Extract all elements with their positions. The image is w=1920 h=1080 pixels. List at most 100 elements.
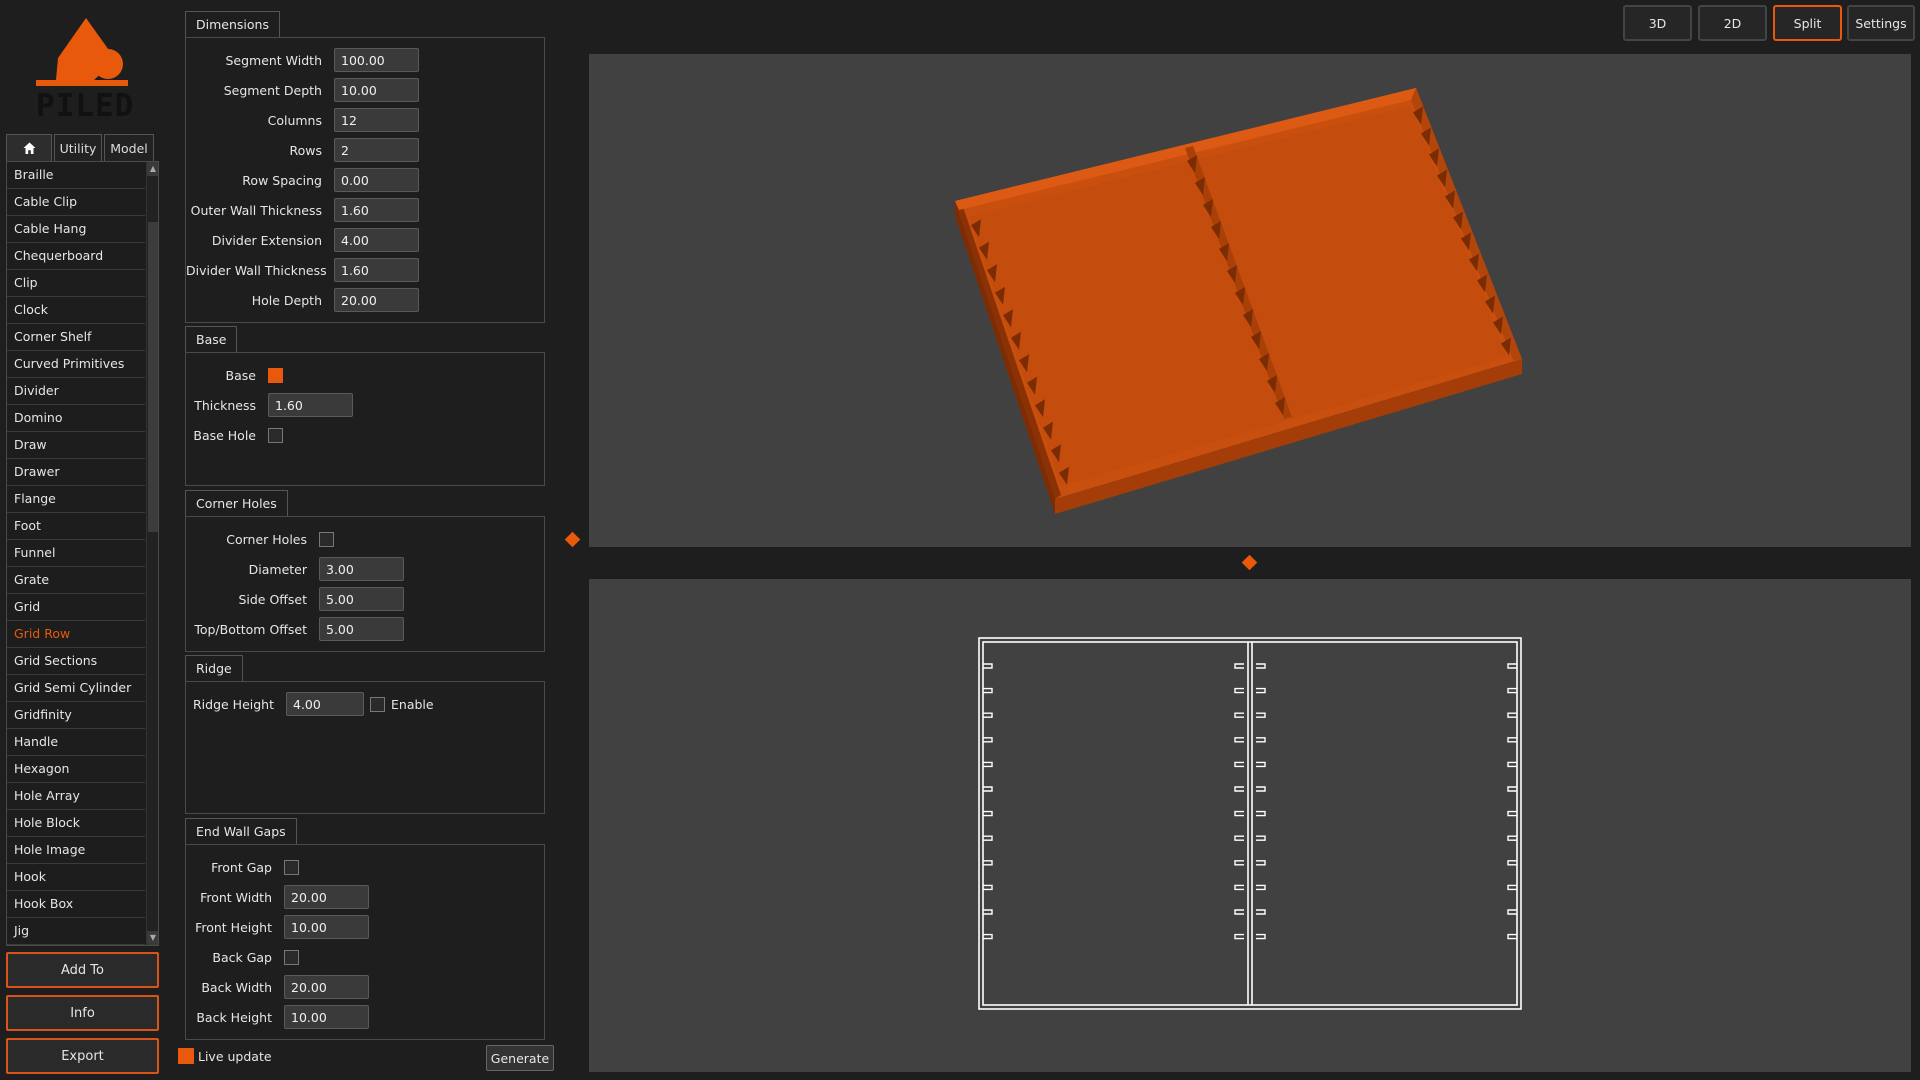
outer-wall-thickness-input[interactable] [334,198,419,222]
scroll-thumb[interactable] [148,222,158,532]
model-list-scrollbar[interactable]: ▲ ▼ [146,162,158,945]
model-list-item[interactable]: Clip [7,270,145,297]
back-width-input[interactable] [284,975,369,999]
model-list-item[interactable]: Drawer [7,459,145,486]
segment-depth-input[interactable] [334,78,419,102]
segment-width-label: Segment Width [225,52,322,68]
model-list-item[interactable]: Hook Box [7,891,145,918]
divider-extension-label: Divider Extension [211,232,322,248]
model-list-item[interactable]: Hexagon [7,756,145,783]
live-update-toggle[interactable]: Live update [178,1048,272,1064]
model-list-item[interactable]: Grid Sections [7,648,145,675]
model-list-item[interactable]: Cable Clip [7,189,145,216]
ridge-height-label: Ridge Height [192,696,274,712]
model-list-item[interactable]: Grid Semi Cylinder [7,675,145,702]
model-list-item[interactable]: Cable Hang [7,216,145,243]
model-list-item[interactable]: Domino [7,405,145,432]
live-update-checkbox[interactable] [178,1048,194,1064]
top-bottom-offset-label: Top/Bottom Offset [194,621,307,637]
horizontal-splitter-handle[interactable] [1241,554,1258,571]
rows-label: Rows [289,142,322,158]
corner-holes-group: Corner Holes Diameter Side Offset Top/Bo… [185,516,545,652]
model-list-item[interactable]: Chequerboard [7,243,145,270]
back-gap-checkbox[interactable] [284,949,299,965]
columns-input[interactable] [334,108,419,132]
model-2d-outline [978,637,1522,1010]
rows-input[interactable] [334,138,419,162]
model-list-item[interactable]: Funnel [7,540,145,567]
diameter-label: Diameter [248,561,307,577]
side-offset-input[interactable] [319,587,404,611]
model-list[interactable]: Braille Cable Clip Cable Hang Chequerboard C… [6,161,159,946]
front-height-input[interactable] [284,915,369,939]
model-3d-render [955,88,1522,514]
outer-wall-thickness-label: Outer Wall Thickness [190,202,322,218]
model-list-item[interactable]: Jig [7,918,145,945]
model-list-item[interactable]: Flange [7,486,145,513]
diameter-input[interactable] [319,557,404,581]
base-checkbox[interactable] [268,367,283,383]
model-list-item[interactable]: Gridfinity [7,702,145,729]
scroll-down-arrow-icon[interactable]: ▼ [147,931,158,945]
front-gap-checkbox[interactable] [284,859,299,875]
model-list-item[interactable]: Grid Row [7,621,145,648]
row-spacing-input[interactable] [334,168,419,192]
ridge-group: Ridge Height Enable [185,681,545,814]
model-list-item[interactable]: Draw [7,432,145,459]
model-list-item[interactable]: Grate [7,567,145,594]
divider-extension-input[interactable] [334,228,419,252]
model-list-item[interactable]: Hole Block [7,810,145,837]
export-button[interactable]: Export [6,1038,159,1074]
ridge-height-input[interactable] [286,692,364,716]
view-2d-button[interactable]: 2D [1698,5,1767,41]
model-list-item[interactable]: Hole Array [7,783,145,810]
divider-wall-thickness-input[interactable] [334,258,419,282]
scroll-up-arrow-icon[interactable]: ▲ [147,162,158,176]
model-list-item[interactable]: Foot [7,513,145,540]
thickness-input[interactable] [268,393,353,417]
viewport-3d[interactable] [589,54,1911,547]
base-group: Base Thickness Base Hole [185,352,545,486]
segment-width-input[interactable] [334,48,419,72]
add-to-button[interactable]: Add To [6,952,159,988]
model-list-item[interactable]: Braille [7,162,145,189]
settings-button[interactable]: Settings [1847,5,1915,41]
model-list-item[interactable]: Hole Image [7,837,145,864]
corner-holes-tab[interactable]: Corner Holes [185,490,288,516]
model-list-item[interactable]: Curved Primitives [7,351,145,378]
model-list-item[interactable]: Divider [7,378,145,405]
generate-button[interactable]: Generate [486,1045,554,1071]
corner-holes-checkbox[interactable] [319,531,334,547]
live-update-label: Live update [198,1048,272,1064]
tab-home[interactable] [6,134,52,162]
thickness-label: Thickness [194,397,256,413]
back-width-label: Back Width [201,979,272,995]
end-wall-gaps-tab[interactable]: End Wall Gaps [185,818,297,844]
front-gap-label: Front Gap [211,859,272,875]
back-height-input[interactable] [284,1005,369,1029]
view-split-button[interactable]: Split [1773,5,1842,41]
tab-utility[interactable]: Utility [54,134,102,162]
model-list-item[interactable]: Clock [7,297,145,324]
info-button[interactable]: Info [6,995,159,1031]
top-bottom-offset-input[interactable] [319,617,404,641]
model-list-item[interactable]: Corner Shelf [7,324,145,351]
vertical-splitter-handle[interactable] [564,531,581,548]
model-list-item[interactable]: Handle [7,729,145,756]
side-offset-label: Side Offset [238,591,307,607]
dimensions-tab[interactable]: Dimensions [185,11,280,37]
view-3d-button[interactable]: 3D [1623,5,1692,41]
base-hole-checkbox[interactable] [268,427,283,443]
viewport-2d[interactable] [589,579,1911,1072]
dimensions-group: Segment Width Segment Depth Columns Rows… [185,37,545,323]
model-list-item[interactable]: Hook [7,864,145,891]
hole-depth-input[interactable] [334,288,419,312]
ridge-tab[interactable]: Ridge [185,655,243,681]
tab-model[interactable]: Model [104,134,154,162]
base-label: Base [225,367,256,383]
ridge-enable-checkbox[interactable] [370,696,385,712]
front-width-input[interactable] [284,885,369,909]
base-tab[interactable]: Base [185,326,238,352]
columns-label: Columns [267,112,322,128]
model-list-item[interactable]: Grid [7,594,145,621]
